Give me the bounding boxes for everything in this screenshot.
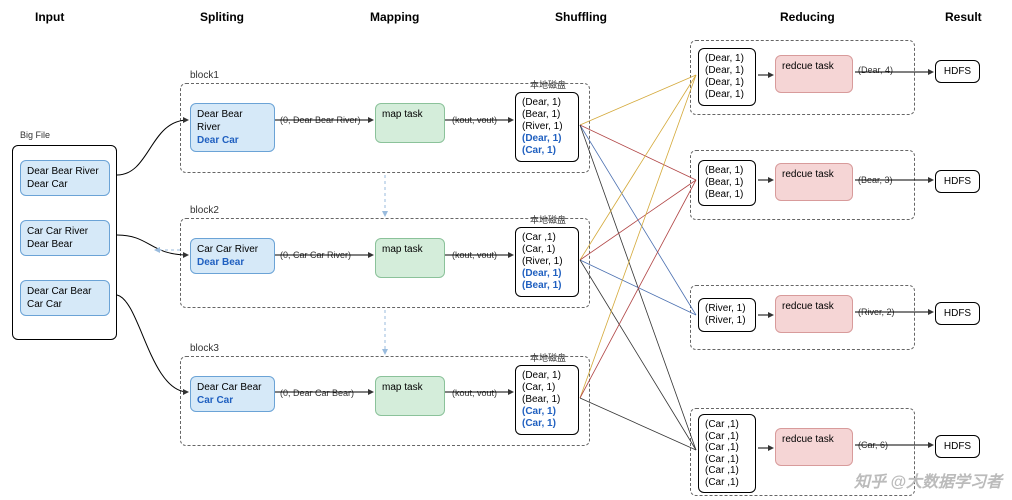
reducer3-result: HDFS bbox=[935, 302, 980, 325]
block3-maptask: map task bbox=[375, 376, 445, 416]
header-result: Result bbox=[945, 10, 982, 24]
reducer3-shuffle: (River, 1) (River, 1) bbox=[698, 298, 756, 332]
reducer3-out: (River, 2) bbox=[858, 307, 895, 317]
reducer3-task: redcue task bbox=[775, 295, 853, 333]
block2-disklabel: 本地磁盘 bbox=[530, 213, 566, 226]
reducer4-result: HDFS bbox=[935, 435, 980, 458]
block2-disk: (Car ,1) (Car, 1) (River, 1) (Dear, 1) (… bbox=[515, 227, 579, 297]
bigfile-line-0: Dear Bear River Dear Car bbox=[20, 160, 110, 196]
reducer1-shuffle: (Dear, 1) (Dear, 1) (Dear, 1) (Dear, 1) bbox=[698, 48, 756, 106]
block3-mapin: (0, Dear Car Bear) bbox=[280, 388, 354, 398]
reducer4-task: redcue task bbox=[775, 428, 853, 466]
block3-split: Dear Car Bear Car Car bbox=[190, 376, 275, 412]
bigfile-line-2: Dear Car Bear Car Car bbox=[20, 280, 110, 316]
block1-split: Dear Bear River Dear Car bbox=[190, 103, 275, 152]
block2-split: Car Car River Dear Bear bbox=[190, 238, 275, 274]
watermark: 知乎 @大数据学习者 bbox=[854, 468, 1002, 492]
block1-disklabel: 本地磁盘 bbox=[530, 78, 566, 91]
block3-mapout: (kout, vout) bbox=[452, 388, 497, 398]
reducer2-task: redcue task bbox=[775, 163, 853, 201]
block1-mapin: (0, Dear Bear River) bbox=[280, 115, 361, 125]
reducer1-task: redcue task bbox=[775, 55, 853, 93]
reducer4-out: (Car, 6) bbox=[858, 440, 888, 450]
block3-label: block3 bbox=[190, 343, 219, 354]
block2-label: block2 bbox=[190, 205, 219, 216]
header-input: Input bbox=[35, 10, 64, 24]
reducer1-out: (Dear, 4) bbox=[858, 65, 893, 75]
block1-mapout: (kout, vout) bbox=[452, 115, 497, 125]
block3-disklabel: 本地磁盘 bbox=[530, 351, 566, 364]
block1-label: block1 bbox=[190, 70, 219, 81]
block2-mapout: (kout, vout) bbox=[452, 250, 497, 260]
block1-disk: (Dear, 1) (Bear, 1) (River, 1) (Dear, 1)… bbox=[515, 92, 579, 162]
reducer2-result: HDFS bbox=[935, 170, 980, 193]
reducer2-shuffle: (Bear, 1) (Bear, 1) (Bear, 1) bbox=[698, 160, 756, 206]
header-splitting: Spliting bbox=[200, 10, 244, 24]
reducer4-shuffle: (Car ,1) (Car ,1) (Car ,1) (Car ,1) (Car… bbox=[698, 414, 756, 493]
block2-mapin: (0, Car Car River) bbox=[280, 250, 351, 260]
reducer1-result: HDFS bbox=[935, 60, 980, 83]
bigfile-line-1: Car Car River Dear Bear bbox=[20, 220, 110, 256]
header-mapping: Mapping bbox=[370, 10, 419, 24]
header-shuffling: Shuffling bbox=[555, 10, 607, 24]
block3-disk: (Dear, 1) (Car, 1) (Bear, 1) (Car, 1) (C… bbox=[515, 365, 579, 435]
header-reducing: Reducing bbox=[780, 10, 835, 24]
reducer2-out: (Bear, 3) bbox=[858, 175, 893, 185]
block2-maptask: map task bbox=[375, 238, 445, 278]
bigfile-label: Big File bbox=[20, 130, 50, 140]
block1-maptask: map task bbox=[375, 103, 445, 143]
